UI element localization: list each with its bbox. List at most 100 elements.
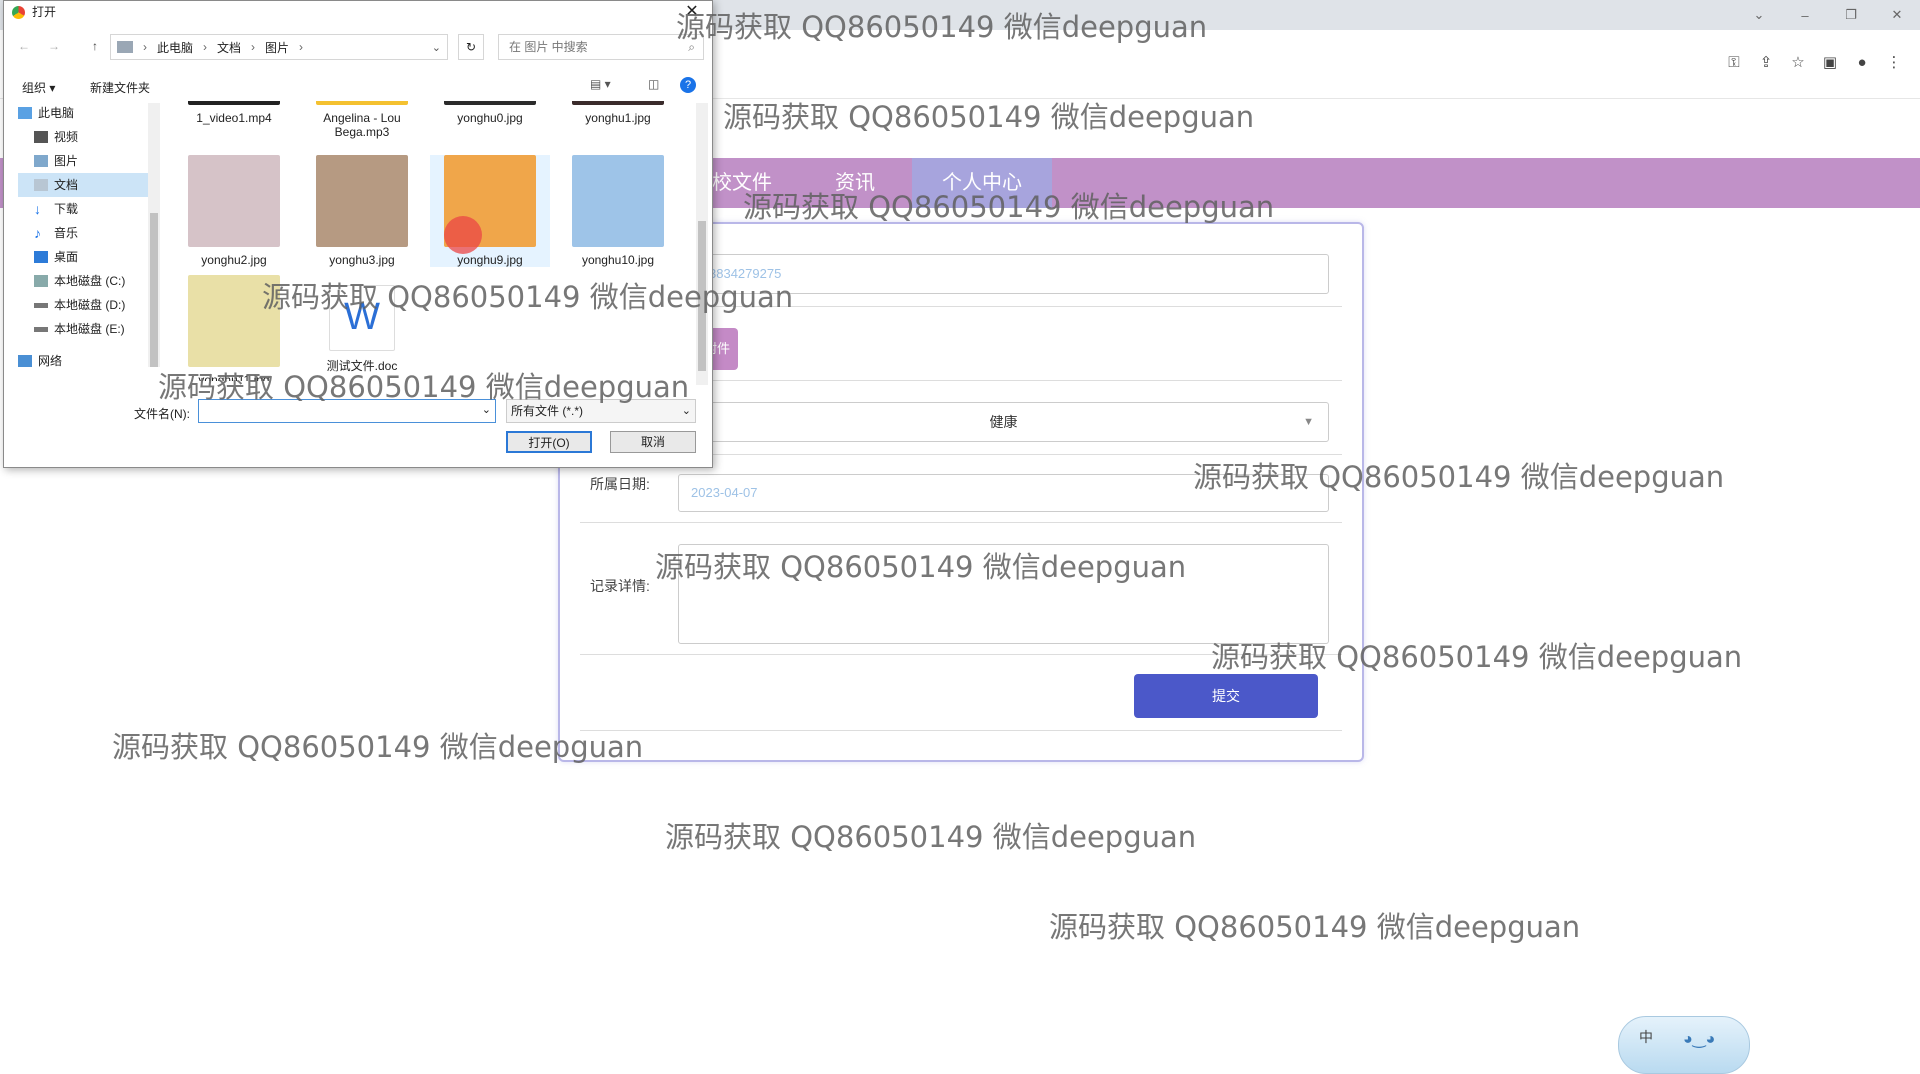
menu-dots-icon[interactable]: ⋮	[1878, 46, 1910, 78]
restore-icon[interactable]: ❐	[1828, 0, 1874, 30]
sidebar-item-drive-d[interactable]: 本地磁盘 (D:)	[18, 293, 148, 317]
help-icon[interactable]: ?	[680, 77, 696, 93]
drive-icon	[34, 302, 48, 308]
sidebar-item-drive-e[interactable]: 本地磁盘 (E:)	[18, 317, 148, 341]
documents-icon	[34, 179, 48, 191]
drive-icon	[34, 275, 48, 287]
sidebar-item-videos[interactable]: 视频	[18, 125, 148, 149]
watermark: 源码获取 QQ86050149 微信deepguan	[262, 280, 794, 314]
search-placeholder: 在 图片 中搜索	[509, 40, 588, 54]
breadcrumb-item[interactable]: 文档	[217, 39, 241, 56]
file-thumbnail	[316, 101, 408, 105]
preview-pane-icon[interactable]: ◫	[648, 77, 659, 91]
new-folder-button[interactable]: 新建文件夹	[90, 79, 150, 96]
close-icon[interactable]: ✕	[1874, 0, 1920, 30]
chevron-down-icon[interactable]: ⌄	[1736, 0, 1782, 30]
music-icon: ♪	[34, 225, 41, 241]
key-icon[interactable]: ⚿	[1718, 46, 1750, 78]
file-thumbnail	[572, 155, 664, 247]
breadcrumb-item[interactable]: 图片	[265, 39, 289, 56]
file-thumbnail	[572, 101, 664, 105]
dialog-title-bar: 打开 ✕	[4, 1, 712, 25]
chevron-down-icon: ▼	[1303, 416, 1314, 428]
files-scrollbar[interactable]	[696, 103, 708, 385]
watermark: 源码获取 QQ86050149 微信deepguan	[1193, 460, 1725, 494]
status-select[interactable]: 健康 ▼	[678, 402, 1329, 442]
watermark: 源码获取 QQ86050149 微信deepguan	[743, 190, 1275, 224]
date-label: 所属日期:	[590, 476, 650, 492]
divider	[580, 730, 1342, 731]
breadcrumb-item[interactable]: 此电脑	[157, 39, 193, 56]
desktop-icon	[34, 251, 48, 263]
dialog-sidebar: 此电脑 视频 图片 文档 ↓ 下载 ♪ 音乐 桌面 本地磁盘 (C:) 本地磁盘 (…	[18, 101, 148, 373]
submit-button[interactable]: 提交	[1134, 674, 1318, 718]
chrome-icon	[12, 6, 25, 19]
watermark: 源码获取 QQ86050149 微信deepguan	[112, 730, 644, 764]
ime-mascot-icon: ◕‿◕	[1683, 1031, 1716, 1048]
cancel-button[interactable]: 取消	[610, 431, 696, 453]
ime-widget[interactable]: 中 ◕‿◕	[1618, 1016, 1750, 1074]
file-item[interactable]: Angelina - Lou Bega.mp3	[302, 101, 422, 139]
file-thumbnail	[444, 101, 536, 105]
sidebar-item-drive-c[interactable]: 本地磁盘 (C:)	[18, 269, 148, 293]
detail-label: 记录详情:	[590, 578, 650, 594]
watermark: 源码获取 QQ86050149 微信deepguan	[723, 100, 1255, 134]
video-icon	[34, 131, 48, 143]
file-item[interactable]: yonghu3.jpg	[302, 155, 422, 267]
watermark: 源码获取 QQ86050149 微信deepguan	[158, 370, 690, 404]
click-indicator	[444, 216, 482, 254]
watermark: 源码获取 QQ86050149 微信deepguan	[1049, 910, 1581, 944]
address-bar-row: ← → ↑ › 此电脑 › 文档 › 图片 › ⌄ ↻ 在 图片 中搜索 ⌕	[4, 29, 712, 67]
status-select-value: 健康	[989, 414, 1018, 430]
profile-icon[interactable]: ●	[1846, 46, 1878, 78]
chevron-down-icon[interactable]: ⌄	[432, 41, 441, 54]
divider	[580, 522, 1342, 523]
sidebar-item-network[interactable]: 网络	[18, 349, 148, 373]
network-icon	[18, 355, 32, 367]
dialog-title: 打开	[32, 5, 57, 19]
file-item[interactable]: yonghu0.jpg	[430, 101, 550, 125]
file-item[interactable]: yonghu10.jpg	[558, 155, 678, 267]
sidebar-item-this-pc[interactable]: 此电脑	[18, 101, 148, 125]
pictures-icon	[34, 155, 48, 167]
minimize-icon[interactable]: –	[1782, 0, 1828, 30]
file-grid: 1_video1.mp4 Angelina - Lou Bega.mp3 yon…	[174, 101, 694, 381]
organize-button[interactable]: 组织 ▾	[22, 79, 55, 96]
back-arrow-icon[interactable]: ←	[18, 39, 30, 53]
watermark: 源码获取 QQ86050149 微信deepguan	[676, 10, 1208, 44]
sidebar-item-documents[interactable]: 文档	[18, 173, 148, 197]
bookmark-star-icon[interactable]: ☆	[1782, 46, 1814, 78]
sidebar-item-music[interactable]: ♪ 音乐	[18, 221, 148, 245]
watermark: 源码获取 QQ86050149 微信deepguan	[665, 820, 1197, 854]
file-item[interactable]: yonghu2.jpg	[174, 155, 294, 267]
file-item[interactable]: 1_video1.mp4	[174, 101, 294, 125]
watermark: 源码获取 QQ86050149 微信deepguan	[1211, 640, 1743, 674]
file-thumbnail	[188, 101, 280, 105]
file-item-selected[interactable]: yonghu9.jpg	[430, 155, 550, 267]
up-arrow-icon[interactable]: ↑	[92, 39, 98, 53]
file-item[interactable]: yonghu1.jpg	[558, 101, 678, 125]
open-button[interactable]: 打开(O)	[506, 431, 592, 453]
ime-mode-label: 中	[1639, 1029, 1653, 1045]
breadcrumb[interactable]: › 此电脑 › 文档 › 图片 › ⌄	[110, 34, 448, 60]
dialog-bottom: 文件名(N): ⌄ 所有文件 (*.*) ⌄ 打开(O) 取消	[4, 399, 712, 467]
sidebar-scrollbar[interactable]	[148, 103, 160, 367]
forward-arrow-icon[interactable]: →	[48, 39, 60, 53]
sidebar-icon[interactable]: ▣	[1814, 46, 1846, 78]
toolbar-icons: ⚿ ⇪ ☆ ▣ ● ⋮	[1718, 46, 1910, 78]
search-input[interactable]: 在 图片 中搜索 ⌕	[498, 34, 704, 60]
view-options-icon[interactable]: ▤ ▾	[590, 77, 611, 91]
sidebar-item-downloads[interactable]: ↓ 下载	[18, 197, 148, 221]
command-bar: 组织 ▾ 新建文件夹 ▤ ▾ ◫ ?	[4, 73, 712, 99]
computer-icon	[117, 41, 133, 53]
sidebar-item-desktop[interactable]: 桌面	[18, 245, 148, 269]
download-icon: ↓	[34, 201, 41, 217]
share-icon[interactable]: ⇪	[1750, 46, 1782, 78]
filename-label: 文件名(N):	[134, 407, 190, 421]
sidebar-item-pictures[interactable]: 图片	[18, 149, 148, 173]
date-value: 2023-04-07	[691, 485, 758, 500]
window-controls: ⌄ – ❐ ✕	[1736, 0, 1920, 30]
refresh-icon[interactable]: ↻	[458, 34, 484, 60]
drive-icon	[34, 326, 48, 332]
file-thumbnail	[316, 155, 408, 247]
